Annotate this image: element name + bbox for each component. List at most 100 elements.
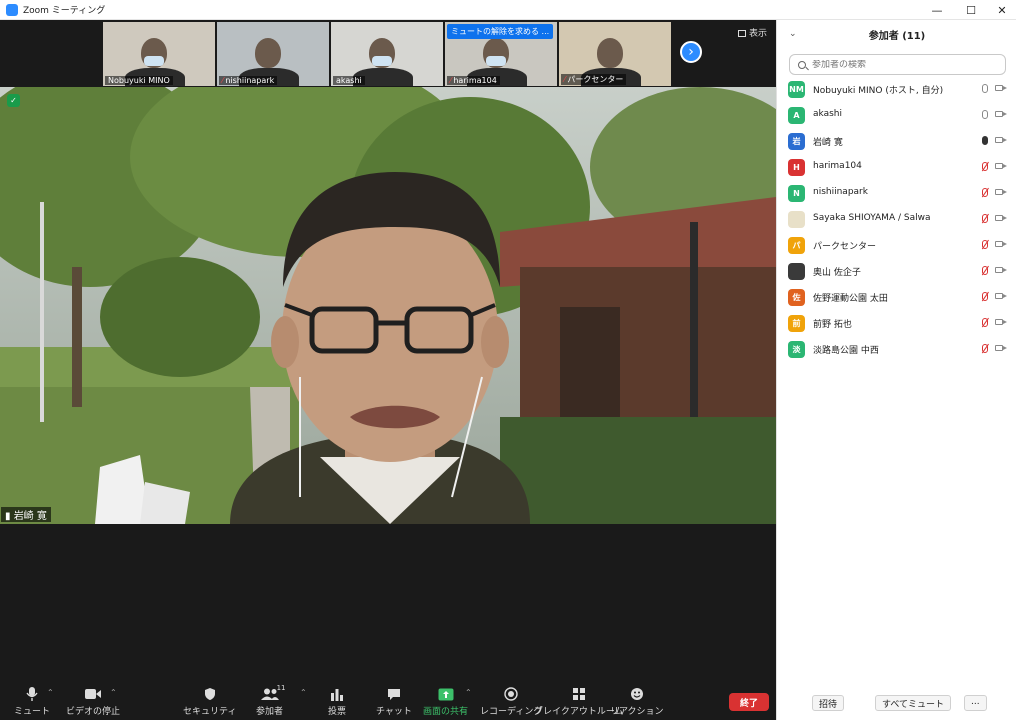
- next-page-arrow-icon[interactable]: ›: [680, 41, 702, 63]
- mute-label: ミュート: [14, 707, 51, 717]
- video-camera-icon[interactable]: [995, 345, 1007, 351]
- title-bar: Zoom ミーティング — ☐ ✕: [0, 0, 1016, 20]
- microphone-icon[interactable]: [982, 84, 988, 93]
- video-thumbnail[interactable]: ⁄ harima104 ミュートの解除を求める ...: [445, 22, 557, 86]
- participant-row[interactable]: Nnishiinapark: [777, 180, 1016, 206]
- microphone-icon: [25, 686, 39, 702]
- participant-search-box[interactable]: [789, 54, 1006, 75]
- chat-bubble-icon: [387, 686, 401, 702]
- mute-button[interactable]: ミュート: [14, 686, 50, 717]
- mute-options-caret-icon[interactable]: ⌃: [47, 688, 54, 697]
- participants-options-caret-icon[interactable]: ⌃: [300, 688, 307, 697]
- active-speaker-video: ✓ ▮ 岩崎 寛: [0, 87, 776, 524]
- participant-avatar: NM: [788, 81, 805, 98]
- smiley-icon: [630, 686, 644, 702]
- thumbnail-name-tag: Nobuyuki MINO: [105, 76, 173, 85]
- participant-row[interactable]: 岩岩崎 寛: [777, 128, 1016, 154]
- participant-row[interactable]: 淡淡路島公園 中西: [777, 336, 1016, 362]
- mic-muted-icon[interactable]: [982, 344, 988, 353]
- window-title: Zoom ミーティング: [23, 6, 106, 16]
- video-options-caret-icon[interactable]: ⌃: [110, 688, 117, 697]
- participant-name: harima104: [813, 161, 862, 171]
- video-camera-icon[interactable]: [995, 293, 1007, 299]
- meeting-toolbar: ミュート ⌃ ビデオの停止 ⌃ セキュリティ 11 参加者 ⌃ 投票 チャット: [0, 680, 776, 720]
- mic-muted-icon: ⁄: [564, 75, 566, 84]
- face-mask: [144, 56, 164, 66]
- participant-row[interactable]: 佐佐野運動公園 太田: [777, 284, 1016, 310]
- video-camera-icon[interactable]: [995, 137, 1007, 143]
- participant-row[interactable]: Aakashi: [777, 102, 1016, 128]
- mic-muted-icon[interactable]: [982, 318, 988, 327]
- participant-list: NM Nobuyuki MINO (ホスト, 自分) Aakashi 岩岩崎 寛 Hha…: [777, 76, 1016, 362]
- encryption-shield-icon[interactable]: ✓: [7, 94, 20, 107]
- thumbnail-name-tag: ⁄ パークセンター: [561, 74, 627, 85]
- participant-avatar: 岩: [788, 133, 805, 150]
- mic-muted-icon[interactable]: [982, 240, 988, 249]
- video-thumbnail[interactable]: akashi: [331, 22, 443, 86]
- participant-name: Nobuyuki MINO (ホスト, 自分): [813, 86, 944, 96]
- participant-name: nishiinapark: [813, 187, 868, 197]
- mic-muted-icon[interactable]: [982, 266, 988, 275]
- video-camera-icon[interactable]: [995, 215, 1007, 221]
- face-mask: [372, 56, 392, 66]
- zoom-app-icon: [6, 3, 18, 16]
- participant-name: 岩崎 寛: [813, 138, 843, 148]
- microphone-icon[interactable]: [982, 110, 988, 119]
- mic-muted-icon[interactable]: [982, 292, 988, 301]
- maximize-button[interactable]: ☐: [954, 0, 988, 20]
- more-options-button[interactable]: ...: [964, 695, 987, 711]
- participant-row[interactable]: NM Nobuyuki MINO (ホスト, 自分): [777, 76, 1016, 102]
- video-camera-icon[interactable]: [995, 163, 1007, 169]
- poll-label: 投票: [328, 707, 347, 717]
- invite-button[interactable]: 招待: [812, 695, 845, 711]
- video-thumbnail[interactable]: ⁄ パークセンター: [559, 22, 671, 86]
- participants-panel: ⌄ 参加者 (11) NMNobuyuki MINO (ホスト, 自分)Aaka…: [776, 20, 1016, 720]
- record-icon: [504, 686, 518, 702]
- video-camera-icon[interactable]: [995, 85, 1007, 91]
- reaction-button[interactable]: リアクション: [610, 686, 664, 717]
- thumbnail-strip: Nobuyuki MINO ⁄ nishiinapark akashi ⁄ harima1…: [103, 22, 673, 86]
- participant-avatar: 前: [788, 315, 805, 332]
- share-screen-button[interactable]: 画面の共有: [423, 686, 468, 717]
- mute-all-button[interactable]: すべてミュート: [875, 695, 952, 711]
- security-button[interactable]: セキュリティ: [183, 686, 236, 717]
- breakout-rooms-icon: [572, 686, 586, 702]
- microphone-icon[interactable]: [982, 136, 988, 145]
- ask-to-unmute-tooltip[interactable]: ミュートの解除を求める ...: [447, 24, 554, 39]
- participant-name: 奥山 佐企子: [813, 268, 861, 278]
- video-camera-icon[interactable]: [995, 267, 1007, 273]
- video-camera-icon[interactable]: [995, 319, 1007, 325]
- thumbnail-name: Nobuyuki MINO: [108, 76, 170, 85]
- thumbnail-name-tag: akashi: [333, 76, 365, 85]
- participant-row[interactable]: 奥山 佐企子: [777, 258, 1016, 284]
- chat-button[interactable]: チャット: [376, 686, 412, 717]
- participants-button[interactable]: 11 参加者: [256, 684, 286, 717]
- close-window-button[interactable]: ✕: [985, 0, 1016, 20]
- participant-avatar: H: [788, 159, 805, 176]
- mic-muted-icon[interactable]: [982, 162, 988, 171]
- video-thumbnail[interactable]: Nobuyuki MINO: [103, 22, 215, 86]
- view-button[interactable]: 表示: [738, 26, 767, 39]
- view-label: 表示: [749, 29, 768, 39]
- share-options-caret-icon[interactable]: ⌃: [465, 688, 472, 697]
- mic-muted-icon[interactable]: [982, 188, 988, 197]
- poll-button[interactable]: 投票: [328, 686, 346, 717]
- participant-row[interactable]: 前前野 拓也: [777, 310, 1016, 336]
- chat-label: チャット: [376, 707, 412, 717]
- video-camera-icon[interactable]: [995, 189, 1007, 195]
- end-meeting-button[interactable]: 終了: [729, 693, 769, 711]
- participant-search-input[interactable]: [812, 59, 992, 70]
- participant-row[interactable]: Hharima104: [777, 154, 1016, 180]
- participants-label: 参加者: [256, 707, 284, 717]
- video-thumbnail[interactable]: ⁄ nishiinapark: [217, 22, 329, 86]
- speaker-scene-illustration: [0, 87, 776, 524]
- participant-row[interactable]: パパークセンター: [777, 232, 1016, 258]
- share-screen-icon: [438, 686, 454, 702]
- video-camera-icon[interactable]: [995, 111, 1007, 117]
- participant-row[interactable]: Sayaka SHIOYAMA / Salwa: [777, 206, 1016, 232]
- speaker-name-text: 岩崎 寛: [13, 511, 47, 522]
- participant-avatar: 淡: [788, 341, 805, 358]
- video-camera-icon[interactable]: [995, 241, 1007, 247]
- minimize-button[interactable]: —: [920, 0, 954, 20]
- mic-muted-icon[interactable]: [982, 214, 988, 223]
